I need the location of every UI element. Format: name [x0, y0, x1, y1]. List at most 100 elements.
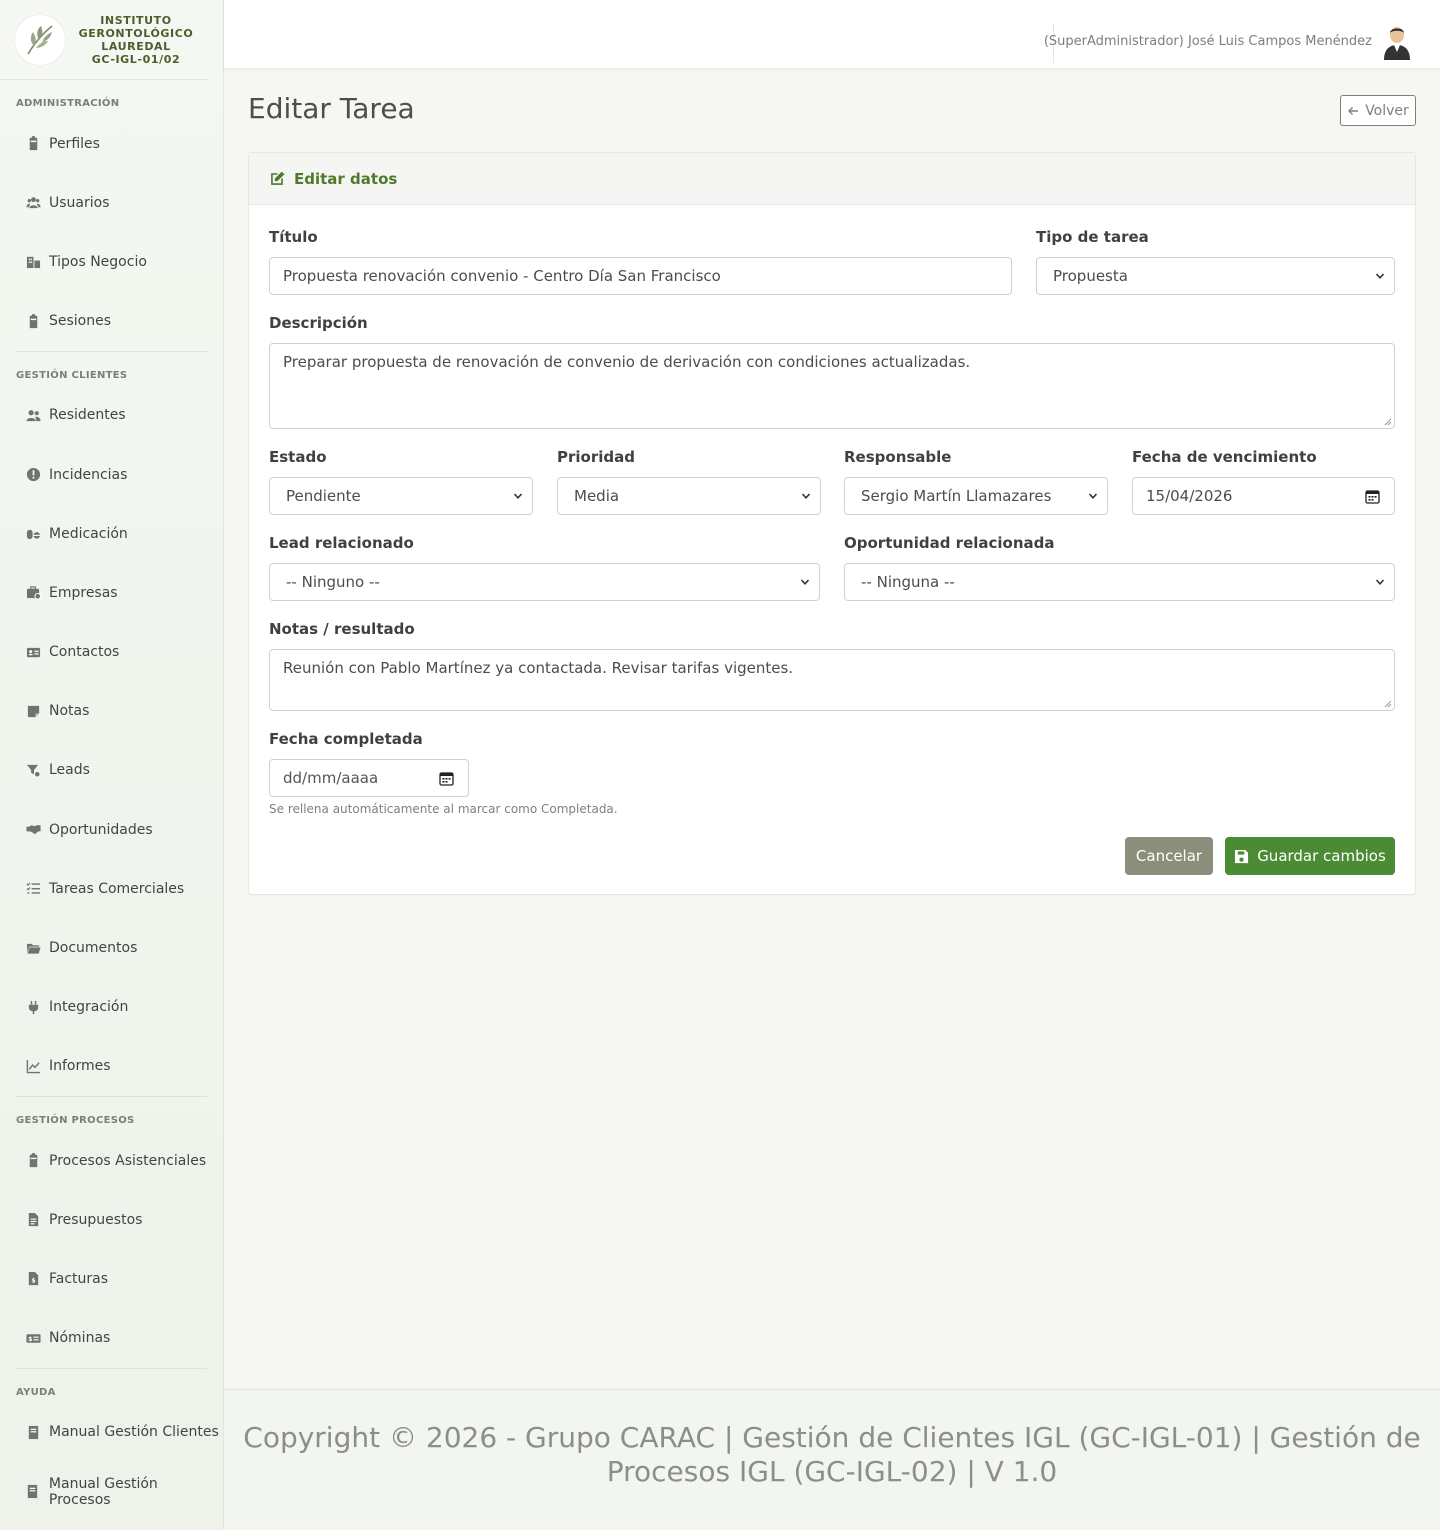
descripcion-textarea[interactable]: Preparar propuesta de renovación de conv…: [269, 343, 1395, 429]
responsable-select[interactable]: Sergio Martín Llamazares: [844, 477, 1108, 515]
sidebar-item-label: Integración: [49, 999, 129, 1016]
sidebar-item-procesos-asistenciales[interactable]: Procesos Asistenciales: [0, 1131, 223, 1190]
user-name[interactable]: (SuperAdministrador) José Luis Campos Me…: [1044, 34, 1372, 49]
sidebar-item-label: Documentos: [49, 940, 138, 957]
sidebar-item-presupuestos[interactable]: Presupuestos: [0, 1190, 223, 1249]
prioridad-label: Prioridad: [557, 448, 635, 466]
sidebar-item-notas[interactable]: Notas: [0, 682, 223, 741]
sidebar-item-nominas[interactable]: $ Nóminas: [0, 1309, 223, 1368]
sidebar-nav: ADMINISTRACIÓN Perfiles Usuarios Tipos Nego…: [0, 94, 223, 1521]
sidebar-item-tipos-negocio[interactable]: Tipos Negocio: [0, 232, 223, 291]
chart-icon: [24, 1058, 42, 1074]
sidebar-item-informes[interactable]: Informes: [0, 1037, 223, 1096]
titulo-input[interactable]: Propuesta renovación convenio - Centro D…: [269, 257, 1012, 295]
tasks-icon: [24, 881, 42, 897]
sidebar-item-manual-gestion-clientes[interactable]: Manual Gestión Clientes: [0, 1403, 223, 1462]
clipboard-icon: [24, 136, 42, 152]
resize-grip-icon[interactable]: [1384, 418, 1392, 426]
lead-select[interactable]: -- Ninguno --: [269, 563, 820, 601]
oportunidad-select[interactable]: -- Ninguna --: [844, 563, 1395, 601]
brand-line: INSTITUTO: [100, 13, 172, 27]
sidebar-item-label: Perfiles: [49, 135, 100, 152]
sidebar-item-oportunidades[interactable]: Oportunidades: [0, 800, 223, 859]
lead-value: -- Ninguno --: [286, 573, 380, 591]
estado-select[interactable]: Pendiente: [269, 477, 533, 515]
card-title: Editar datos: [294, 169, 398, 188]
calendar-icon[interactable]: [1365, 489, 1380, 504]
sidebar-item-tareas-comerciales[interactable]: Tareas Comerciales: [0, 859, 223, 918]
brand-code: GC-IGL-01/02: [91, 52, 181, 66]
sidebar-item-leads[interactable]: Leads: [0, 741, 223, 800]
vencimiento-date-input[interactable]: 15/04/2026: [1132, 477, 1395, 515]
tipo-label: Tipo de tarea: [1036, 228, 1149, 246]
notas-value: Reunión con Pablo Martínez ya contactada…: [283, 659, 794, 677]
sidebar-item-label: Presupuestos: [49, 1211, 143, 1228]
back-button[interactable]: Volver: [1340, 95, 1416, 126]
note-icon: [24, 703, 42, 719]
sidebar-item-label: Residentes: [49, 407, 126, 424]
prioridad-select[interactable]: Media: [557, 477, 821, 515]
svg-text:$: $: [31, 1278, 35, 1285]
chevron-down-icon: [800, 579, 810, 585]
topbar: (SuperAdministrador) José Luis Campos Me…: [224, 0, 1440, 68]
sidebar-divider: [16, 1367, 207, 1369]
completada-date-input[interactable]: dd/mm/aaaa: [269, 759, 469, 797]
sidebar-divider: [16, 350, 207, 352]
vencimiento-label: Fecha de vencimiento: [1132, 448, 1317, 466]
completada-label: Fecha completada: [269, 730, 423, 748]
sidebar-item-label: Oportunidades: [49, 821, 153, 838]
sidebar-item-documentos[interactable]: Documentos: [0, 918, 223, 977]
id-card-icon: [24, 644, 42, 660]
oportunidad-label: Oportunidad relacionada: [844, 534, 1055, 552]
completada-placeholder: dd/mm/aaaa: [283, 769, 379, 787]
descripcion-label: Descripción: [269, 314, 368, 332]
page-title: Editar Tarea: [248, 92, 415, 125]
business-icon: [24, 254, 42, 270]
chevron-down-icon: [1088, 493, 1098, 499]
plug-icon: [24, 999, 42, 1015]
cancel-button[interactable]: Cancelar: [1125, 837, 1213, 875]
sidebar-item-label: Manual Gestión Procesos: [48, 1475, 158, 1508]
avatar[interactable]: [1381, 24, 1413, 60]
clipboard-icon: [24, 313, 42, 329]
sidebar-item-usuarios[interactable]: Usuarios: [0, 173, 223, 232]
responsable-label: Responsable: [844, 448, 952, 466]
chevron-down-icon: [801, 493, 811, 499]
laurel-logo-icon: [15, 14, 65, 65]
sidebar-item-residentes[interactable]: Residentes: [0, 386, 223, 445]
responsable-value: Sergio Martín Llamazares: [861, 487, 1052, 505]
user-group-icon: [24, 407, 42, 423]
save-icon: [1235, 849, 1249, 863]
sidebar: INSTITUTO GERONTOLÓGICO LAUREDAL GC-IGL-…: [0, 0, 224, 1530]
chevron-down-icon: [1375, 579, 1385, 585]
notas-textarea[interactable]: Reunión con Pablo Martínez ya contactada…: [269, 649, 1395, 711]
document-icon: [24, 1212, 42, 1228]
sidebar-item-facturas[interactable]: $ Facturas: [0, 1249, 223, 1308]
sidebar-item-label: Tareas Comerciales: [49, 880, 185, 897]
sidebar-item-sesiones[interactable]: Sesiones: [0, 292, 223, 351]
cancel-button-label: Cancelar: [1135, 847, 1203, 865]
save-button-label: Guardar cambios: [1257, 847, 1386, 865]
prioridad-value: Media: [574, 487, 620, 505]
money-icon: $: [24, 1330, 42, 1346]
sidebar-item-contactos[interactable]: Contactos: [0, 623, 223, 682]
book-icon: [24, 1424, 42, 1440]
estado-value: Pendiente: [286, 487, 361, 505]
brand[interactable]: INSTITUTO GERONTOLÓGICO LAUREDAL GC-IGL-…: [0, 0, 207, 80]
sidebar-item-empresas[interactable]: Empresas: [0, 563, 223, 622]
sidebar-item-label: Tipos Negocio: [49, 253, 147, 270]
sidebar-item-incidencias[interactable]: Incidencias: [0, 445, 223, 504]
resize-grip-icon[interactable]: [1384, 700, 1392, 708]
sidebar-item-integracion[interactable]: Integración: [0, 978, 223, 1037]
sidebar-item-medicacion[interactable]: Medicación: [0, 504, 223, 563]
tipo-select[interactable]: Propuesta: [1036, 257, 1395, 295]
sidebar-item-manual-gestion-procesos[interactable]: Manual Gestión Procesos: [0, 1462, 223, 1521]
calendar-icon[interactable]: [439, 771, 454, 786]
edit-icon: [271, 171, 285, 185]
save-button[interactable]: Guardar cambios: [1225, 837, 1395, 875]
sidebar-section-title: GESTIÓN PROCESOS: [16, 1115, 135, 1126]
brand-name: INSTITUTO GERONTOLÓGICO LAUREDAL GC-IGL-…: [65, 14, 207, 66]
sidebar-item-perfiles[interactable]: Perfiles: [0, 114, 223, 173]
clipboard-icon: [24, 1153, 42, 1169]
sidebar-section-title: AYUDA: [16, 1386, 56, 1398]
